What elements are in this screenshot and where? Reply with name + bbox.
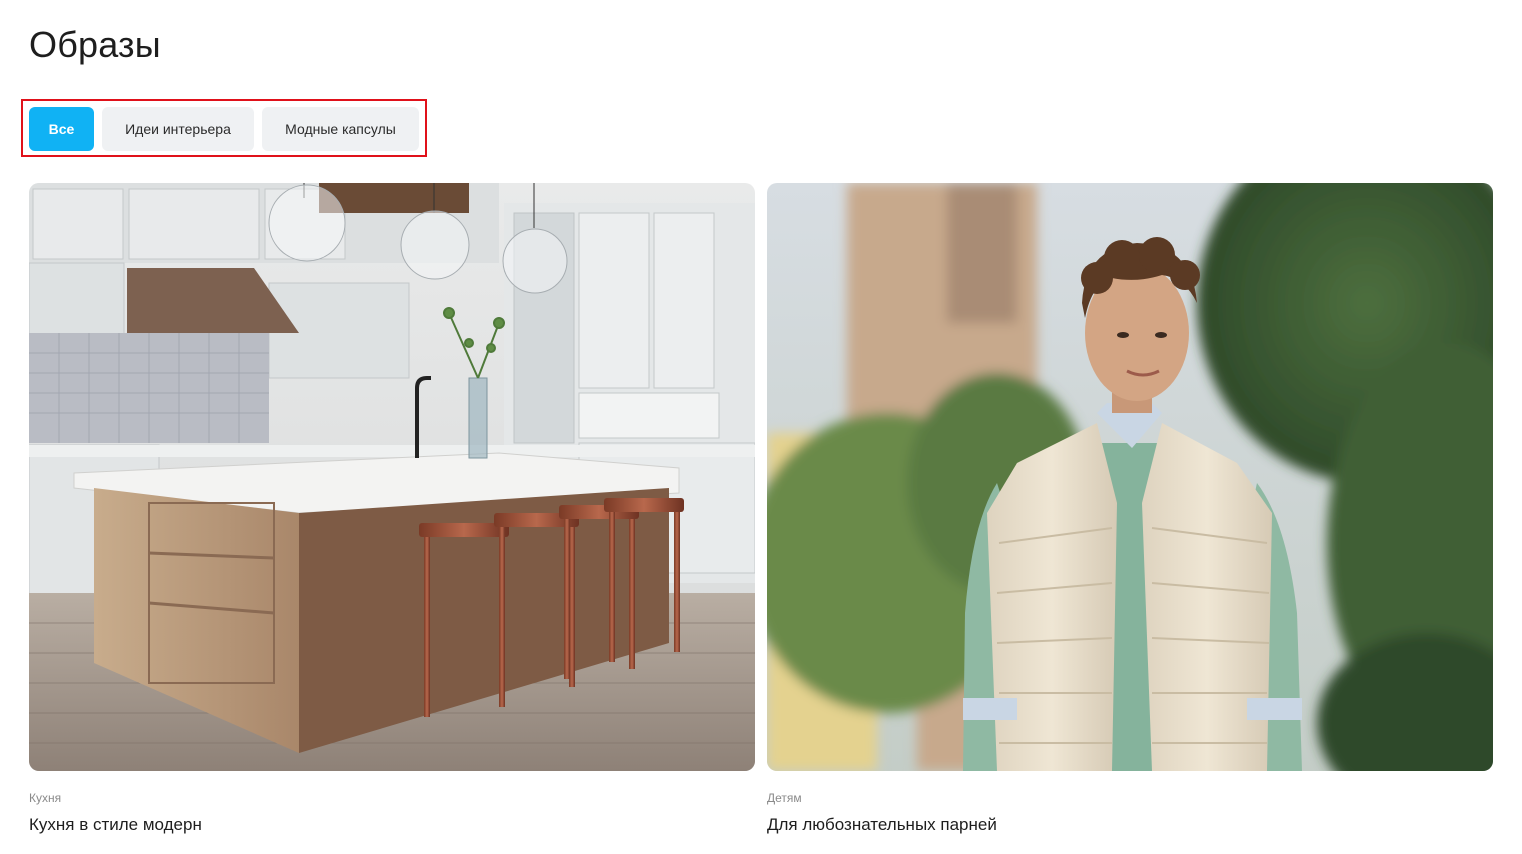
look-card-kitchen[interactable]: Кухня Кухня в стиле модерн — [29, 183, 755, 835]
filter-interior-ideas-button[interactable]: Идеи интерьера — [102, 107, 254, 151]
card-title[interactable]: Для любознательных парней — [767, 815, 1493, 835]
filter-tabs: Все Идеи интерьера Модные капсулы — [21, 99, 427, 157]
card-title[interactable]: Кухня в стиле модерн — [29, 815, 755, 835]
card-category: Кухня — [29, 791, 62, 805]
page-title: Образы — [29, 24, 161, 65]
boy-outfit-photo[interactable] — [767, 183, 1493, 771]
filter-fashion-capsules-button[interactable]: Модные капсулы — [262, 107, 419, 151]
card-category: Детям — [767, 791, 802, 805]
look-card-boy[interactable]: Детям Для любознательных парней — [767, 183, 1493, 835]
page: Образы Все Идеи интерьера Модные капсулы — [0, 0, 1522, 854]
kitchen-photo[interactable] — [29, 183, 755, 771]
filter-all-button[interactable]: Все — [29, 107, 94, 151]
